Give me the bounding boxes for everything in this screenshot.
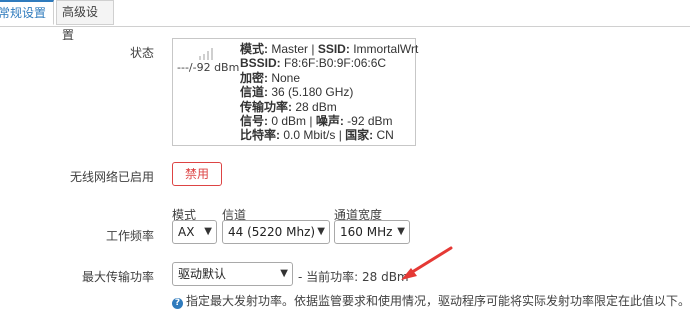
txpower-label: 最大传输功率 <box>81 270 154 284</box>
disable-button[interactable]: 禁用 <box>172 162 222 186</box>
current-power-text: - 当前功率: 28 dBm <box>298 270 409 284</box>
help-row: ? 指定最大发射功率。依据监管要求和使用情况，驱动程序可能将实际发射功率限定在此值… <box>172 292 690 309</box>
red-arrow-annotation-icon <box>401 246 453 280</box>
txpower-select[interactable]: 驱动默认 ▼ <box>172 262 293 286</box>
status-label: 状态 <box>129 46 154 60</box>
channel-width-select[interactable]: 160 MHz ▼ <box>334 220 410 244</box>
rssi-value: ---/-92 dBm <box>177 61 240 74</box>
chevron-down-icon: ▼ <box>204 226 212 237</box>
signal-strength-icon <box>199 46 217 60</box>
status-info: 模式: Master | SSID: ImmortalWrt BSSID: F8… <box>240 42 419 143</box>
status-box: ---/-92 dBm 模式: Master | SSID: ImmortalW… <box>172 38 419 146</box>
mode-select[interactable]: AX ▼ <box>172 220 217 244</box>
channel-select[interactable]: 44 (5220 Mhz) ▼ <box>222 220 330 244</box>
chevron-down-icon: ▼ <box>317 226 325 237</box>
tab-advanced-settings[interactable]: 高级设置 <box>56 0 114 42</box>
chevron-down-icon: ▼ <box>397 226 405 237</box>
frequency-label: 工作频率 <box>105 229 154 243</box>
tab-bar: 常规设置 高级设置 <box>0 0 690 42</box>
help-circle-icon: ? <box>172 298 183 309</box>
tab-general-settings[interactable]: 常规设置 <box>0 0 54 25</box>
help-text: 指定最大发射功率。依据监管要求和使用情况，驱动程序可能将实际发射功率限定在此值以… <box>186 294 690 308</box>
wireless-enabled-label: 无线网络已启用 <box>69 170 154 184</box>
chevron-down-icon: ▼ <box>280 268 288 279</box>
